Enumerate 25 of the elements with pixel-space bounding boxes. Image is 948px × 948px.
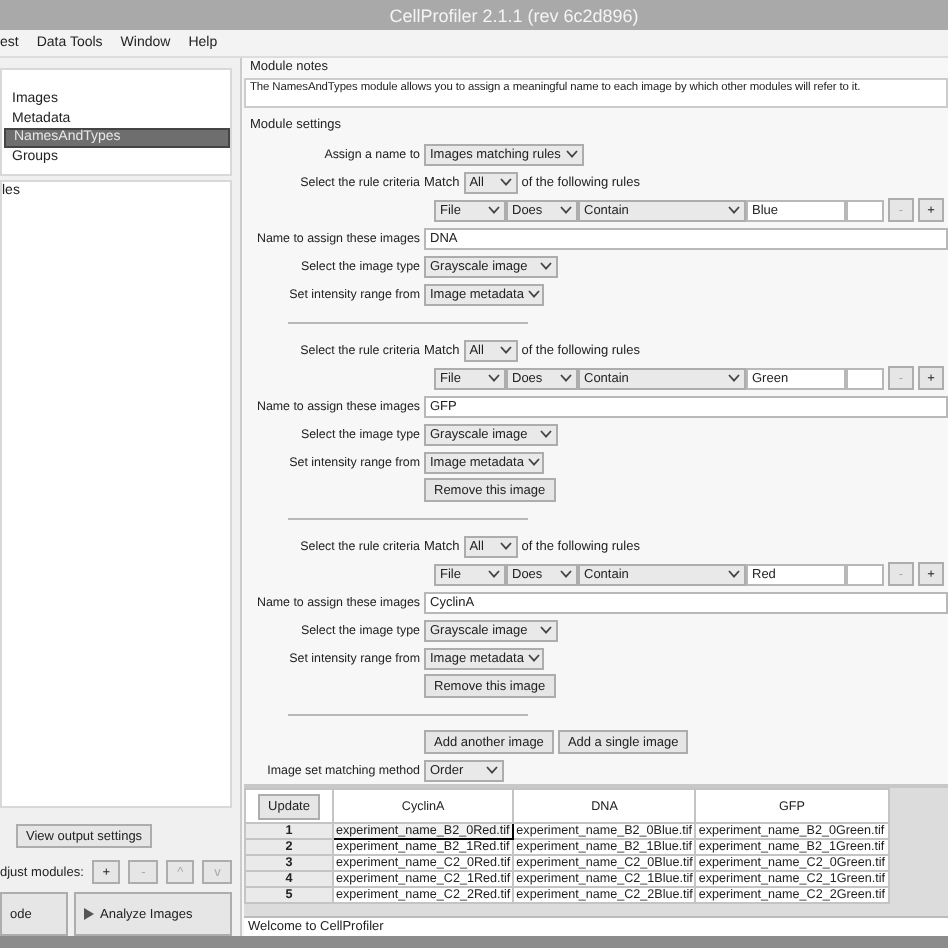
input-field[interactable] [846, 563, 884, 585]
chevron-down-icon [488, 206, 500, 214]
chevron-down-icon [486, 766, 498, 774]
chevron-down-icon [540, 626, 552, 634]
chevron-down-icon [499, 346, 512, 354]
chevron-down-icon [540, 262, 552, 270]
play-icon [84, 908, 94, 920]
chevron-down-icon [499, 542, 512, 550]
chevron-down-icon [728, 374, 740, 382]
chevron-down-icon [566, 150, 578, 158]
chevron-down-icon [527, 458, 540, 466]
chevron-down-icon [527, 290, 540, 298]
chevron-down-icon [560, 570, 572, 578]
input-field[interactable] [846, 199, 884, 221]
chevron-down-icon [488, 570, 500, 578]
chevron-down-icon [560, 374, 572, 382]
window-title: CellProfiler 2.1.1 (rev 6c2d896) [389, 5, 639, 25]
chevron-down-icon [488, 374, 500, 382]
chevron-down-icon [560, 206, 572, 214]
chevron-down-icon [728, 206, 740, 214]
chevron-down-icon [540, 430, 552, 438]
chevron-down-icon [728, 570, 740, 578]
chevron-down-icon [499, 178, 512, 186]
chevron-down-icon [527, 654, 540, 662]
input-field[interactable] [846, 367, 884, 389]
